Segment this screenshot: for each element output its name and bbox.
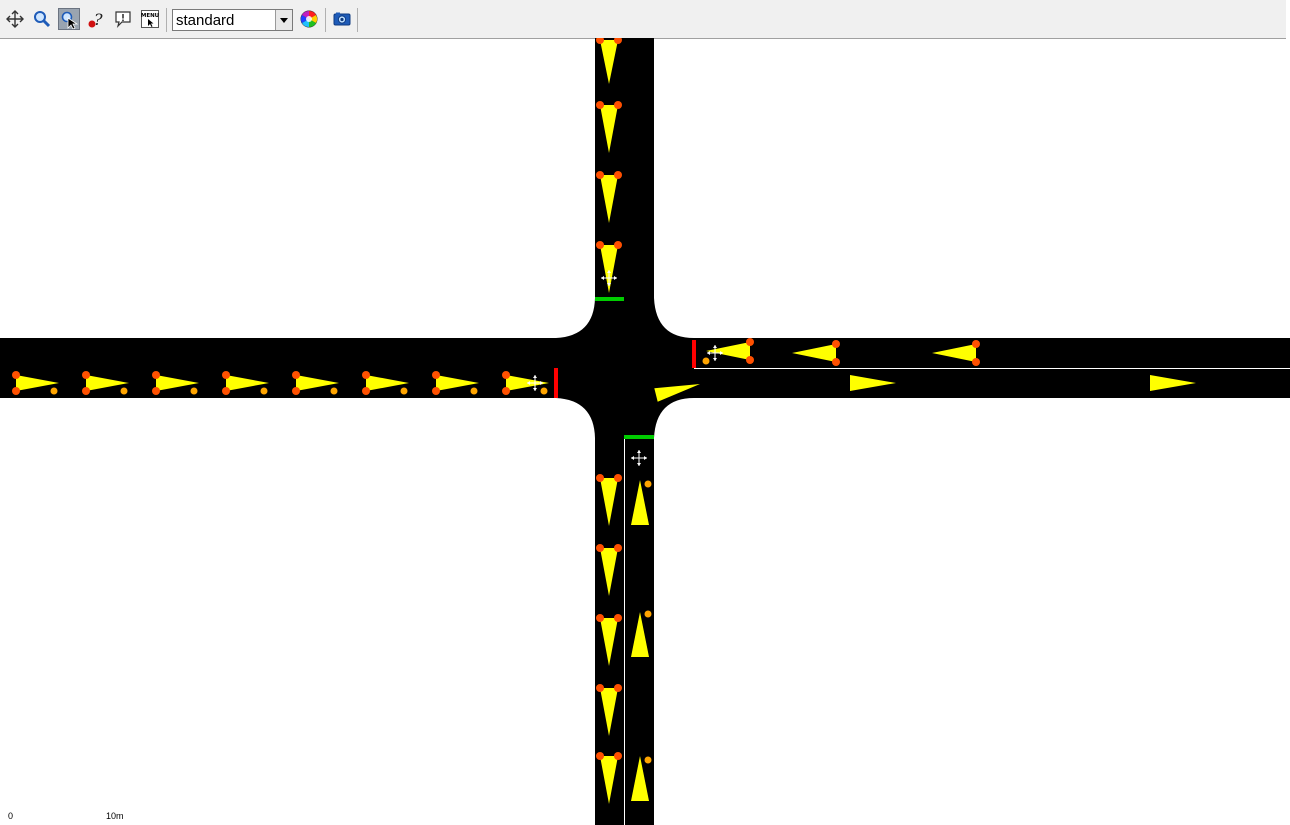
brake-light	[832, 358, 840, 366]
info-button[interactable]	[112, 8, 134, 30]
brake-light	[596, 474, 604, 482]
brake-light	[596, 544, 604, 552]
junction-corner-se	[654, 398, 694, 438]
brake-light	[12, 387, 20, 395]
brake-light	[614, 171, 622, 179]
menu-icon-label: MENU	[141, 13, 159, 19]
brake-light	[596, 684, 604, 692]
brake-light	[502, 371, 510, 379]
toolbar-separator	[166, 8, 167, 32]
brake-light	[362, 371, 370, 379]
brake-light	[614, 474, 622, 482]
toolbar-separator	[325, 8, 326, 32]
scale-bar-right-label: 10m	[106, 811, 124, 821]
brake-light	[432, 387, 440, 395]
screenshot-button[interactable]	[331, 8, 353, 30]
pan-icon	[6, 10, 24, 28]
help-button[interactable]: ?	[85, 8, 107, 30]
road-network	[0, 38, 1290, 825]
brake-light	[614, 684, 622, 692]
brake-light	[292, 387, 300, 395]
brake-light	[222, 371, 230, 379]
brake-light	[972, 340, 980, 348]
info-bubble-icon	[115, 11, 131, 28]
brake-light	[596, 171, 604, 179]
toolbar: ? MENU standard	[0, 0, 1286, 39]
scale-bar-left-label: 0	[8, 811, 14, 821]
brake-light	[82, 371, 90, 379]
svg-text:?: ?	[94, 10, 103, 29]
signal-south[interactable]	[624, 435, 654, 439]
brake-light	[614, 544, 622, 552]
brake-light	[596, 241, 604, 249]
blinker-light	[644, 610, 652, 618]
blinker-light	[260, 387, 268, 395]
brake-light	[82, 387, 90, 395]
blinker-light	[50, 387, 58, 395]
brake-light	[292, 371, 300, 379]
signal-north[interactable]	[595, 297, 624, 301]
brake-light	[614, 752, 622, 760]
brake-light	[362, 387, 370, 395]
blinker-light	[190, 387, 198, 395]
zoom-button[interactable]	[31, 8, 53, 30]
brake-light	[746, 338, 754, 346]
blinker-light	[540, 387, 548, 395]
color-wheel-icon	[300, 10, 318, 28]
blinker-light	[644, 756, 652, 764]
brake-light	[614, 614, 622, 622]
lane-markings	[624, 368, 1290, 825]
brake-light	[596, 614, 604, 622]
brake-light	[972, 358, 980, 366]
brake-light	[746, 356, 754, 364]
brake-light	[432, 371, 440, 379]
select-button[interactable]	[58, 8, 80, 30]
signal-east[interactable]	[692, 340, 696, 368]
brake-light	[832, 340, 840, 348]
brake-light	[596, 752, 604, 760]
blinker-light	[120, 387, 128, 395]
simulation-canvas[interactable]	[0, 38, 1290, 825]
zoom-icon	[34, 11, 51, 28]
blinker-light	[470, 387, 478, 395]
blinker-light	[644, 480, 652, 488]
brake-light	[596, 101, 604, 109]
signal-west[interactable]	[554, 368, 558, 398]
blinker-light	[702, 357, 710, 365]
junction-corner-ne	[654, 298, 694, 338]
brake-light	[222, 387, 230, 395]
brake-light	[12, 371, 20, 379]
blinker-light	[330, 387, 338, 395]
brake-light	[614, 241, 622, 249]
help-icon: ?	[88, 10, 103, 29]
scheme-select-value: standard	[176, 12, 235, 29]
brake-light	[614, 101, 622, 109]
scheme-select[interactable]: standard	[172, 9, 293, 31]
junction-corner-nw	[556, 298, 595, 338]
brake-light	[502, 387, 510, 395]
camera-icon	[333, 12, 351, 26]
chevron-down-icon[interactable]	[275, 10, 292, 30]
menu-button[interactable]: MENU	[139, 8, 161, 30]
blinker-light	[400, 387, 408, 395]
colors-button[interactable]	[298, 8, 320, 30]
select-cursor-icon	[61, 11, 79, 29]
menu-icon: MENU	[141, 10, 159, 28]
toolbar-separator	[357, 8, 358, 32]
pan-button[interactable]	[4, 8, 26, 30]
brake-light	[152, 371, 160, 379]
junction-corner-sw	[556, 398, 595, 438]
brake-light	[152, 387, 160, 395]
